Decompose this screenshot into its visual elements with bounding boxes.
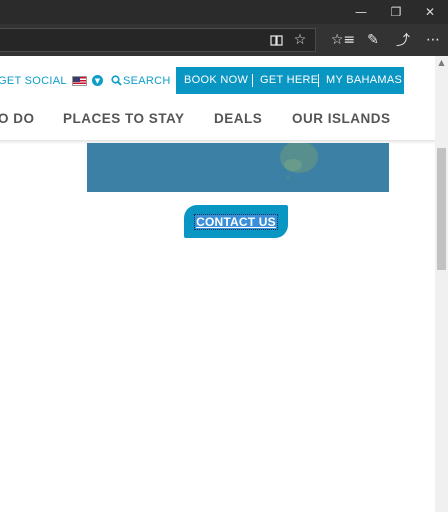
book-now-link[interactable]: BOOK NOW	[184, 74, 248, 86]
minimize-icon[interactable]: —	[344, 0, 378, 24]
us-flag-icon[interactable]	[72, 76, 87, 86]
get-here-link[interactable]: GET HERE	[260, 74, 318, 86]
more-icon[interactable]: ⋯	[421, 28, 445, 52]
cta-divider	[252, 74, 253, 87]
browser-title-bar: — ❐ ✕	[0, 0, 448, 24]
nav-things-to-do[interactable]: O DO	[0, 111, 35, 126]
reading-view-icon-graphic	[269, 34, 283, 46]
my-bahamas-link[interactable]: MY BAHAMAS	[326, 74, 402, 86]
nav-places-to-stay[interactable]: PLACES TO STAY	[63, 111, 185, 126]
scrollbar-thumb[interactable]	[437, 148, 446, 270]
close-icon[interactable]: ✕	[413, 0, 447, 24]
page-viewport: GET SOCIAL ▼ SEARCH BOOK NOW GET HERE MY…	[0, 56, 435, 512]
favorites-list-icon[interactable]: ☆≡	[331, 28, 355, 52]
contact-us-button[interactable]: CONTACT US	[184, 205, 288, 238]
favorite-star-icon[interactable]: ☆	[288, 28, 312, 52]
search-link[interactable]: SEARCH	[123, 75, 171, 87]
restore-icon[interactable]: ❐	[379, 0, 413, 24]
share-icon[interactable]: ⤴	[391, 28, 415, 52]
chevron-down-icon[interactable]: ▼	[92, 75, 103, 86]
search-icon[interactable]	[111, 75, 122, 86]
cta-bar: BOOK NOW GET HERE MY BAHAMAS	[176, 67, 404, 94]
pen-notes-icon[interactable]: ✎	[361, 28, 385, 52]
scroll-up-icon[interactable]: ▲	[435, 56, 448, 68]
browser-toolbar: ☆ ☆≡ ✎ ⤴ ⋯	[0, 24, 448, 56]
page-scrollbar[interactable]: ▲	[435, 56, 448, 512]
hero-image	[87, 143, 389, 192]
nav-our-islands[interactable]: OUR ISLANDS	[292, 111, 391, 126]
flag-canton	[73, 77, 80, 82]
contact-us-label: CONTACT US	[194, 213, 278, 230]
get-social-link[interactable]: GET SOCIAL	[0, 75, 67, 87]
cta-divider	[318, 74, 319, 87]
nav-deals[interactable]: DEALS	[214, 111, 262, 126]
reading-view-icon[interactable]	[264, 28, 288, 52]
palm-leaf-graphic	[280, 143, 318, 180]
